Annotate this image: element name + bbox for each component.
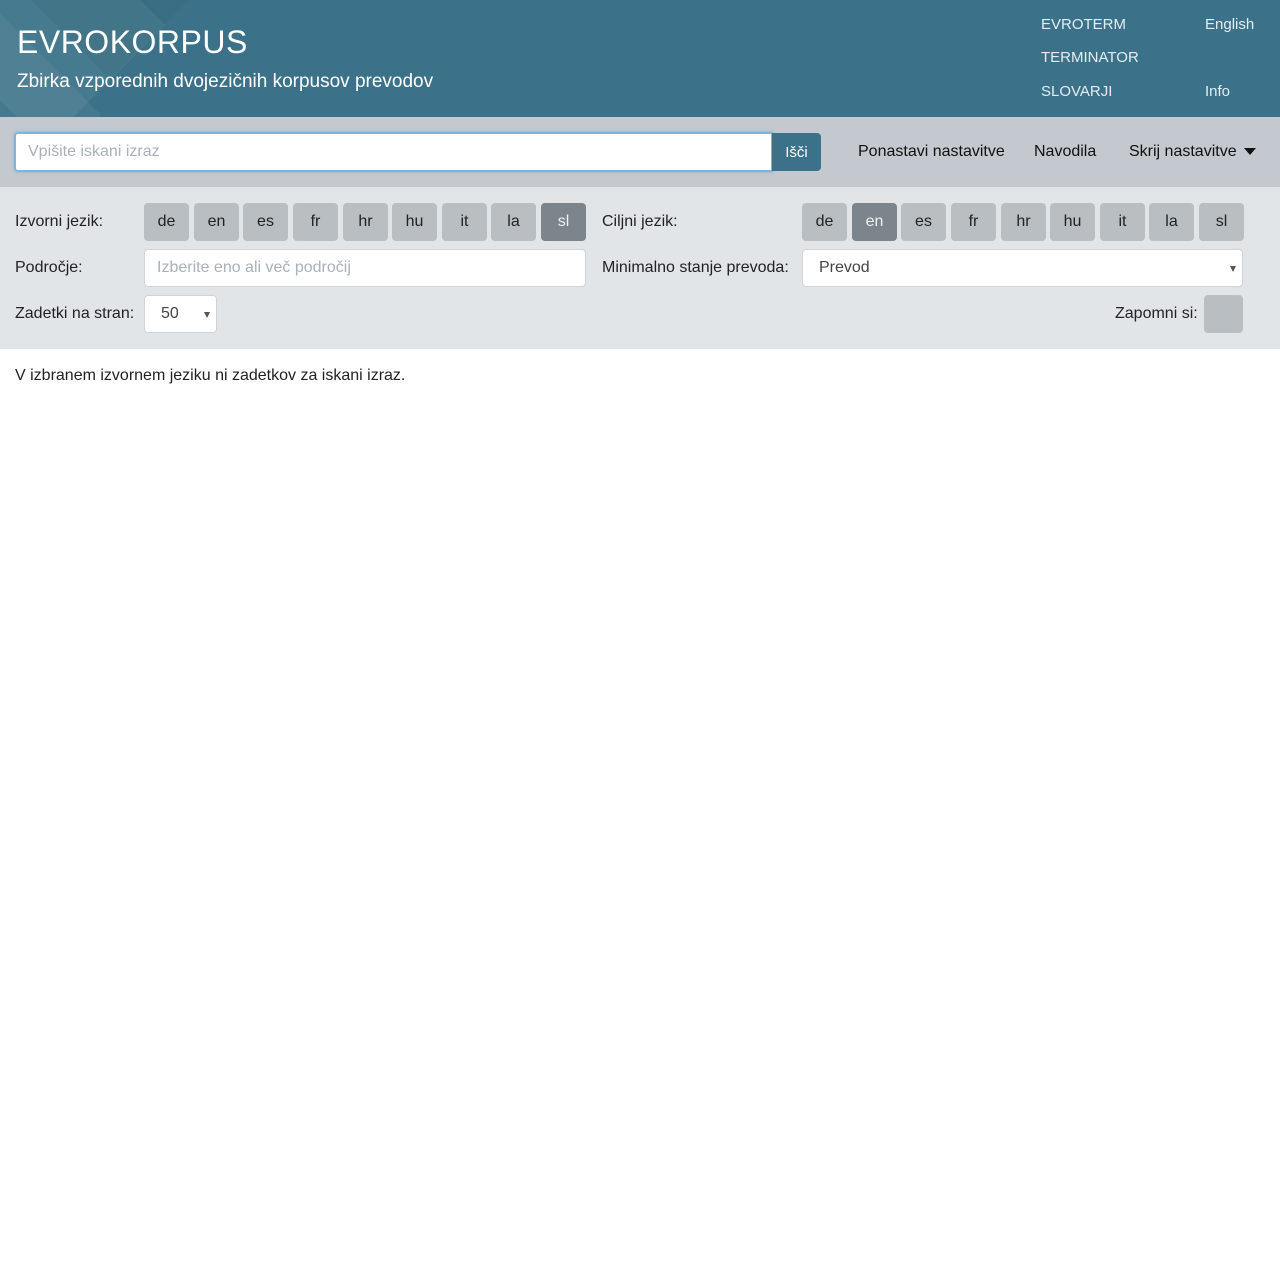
target-lang-sl-button[interactable]: sl [1199,203,1244,241]
nav-link-evroterm[interactable]: EVROTERM [1041,16,1126,33]
source-lang-fr-button[interactable]: fr [293,203,338,241]
target-lang-hu-button[interactable]: hu [1050,203,1095,241]
caret-down-icon [1243,148,1256,156]
source-lang-la-button[interactable]: la [491,203,536,241]
site-title[interactable]: EVROKORPUS [17,24,248,61]
settings-panel: Izvorni jezik: de en es fr hr hu it la sl Ciljni… [0,187,1280,349]
site-header: EVROKORPUS Zbirka vzporednih dvojezičnih… [0,0,1280,117]
language-switch-link[interactable]: English [1205,16,1254,33]
search-input[interactable] [14,132,773,172]
site-subtitle: Zbirka vzporednih dvojezičnih korpusov p… [17,71,434,92]
remember-label: Zapomni si: [1115,305,1198,322]
source-lang-en-button[interactable]: en [194,203,239,241]
source-lang-sl-button[interactable]: sl [541,203,586,241]
remember-toggle[interactable] [1204,295,1243,333]
target-lang-hr-button[interactable]: hr [1001,203,1046,241]
target-lang-en-button[interactable]: en [852,203,897,241]
chevron-down-icon [1230,266,1236,272]
target-lang-es-button[interactable]: es [901,203,946,241]
nav-link-terminator[interactable]: TERMINATOR [1041,49,1139,66]
source-lang-it-button[interactable]: it [442,203,487,241]
toggle-settings-link[interactable]: Skrij nastavitve [1129,143,1256,161]
target-lang-la-button[interactable]: la [1149,203,1194,241]
per-page-label: Zadetki na stran: [15,305,135,322]
source-lang-hr-button[interactable]: hr [343,203,388,241]
domain-select[interactable]: Izberite eno ali več področij [144,249,586,287]
search-button[interactable]: Išči [772,133,821,171]
target-lang-de-button[interactable]: de [802,203,847,241]
no-results-message: V izbranem izvornem jeziku ni zadetkov z… [15,367,406,384]
source-lang-hu-button[interactable]: hu [392,203,437,241]
target-lang-it-button[interactable]: it [1100,203,1145,241]
source-lang-de-button[interactable]: de [144,203,189,241]
source-language-label: Izvorni jezik: [15,213,104,230]
info-link[interactable]: Info [1205,83,1230,100]
target-language-label: Ciljni jezik: [602,213,678,230]
nav-link-slovarji[interactable]: SLOVARJI [1041,83,1112,100]
reset-settings-link[interactable]: Ponastavi nastavitve [858,143,1005,161]
help-link[interactable]: Navodila [1034,143,1096,161]
min-state-label: Minimalno stanje prevoda: [602,259,789,276]
toggle-settings-label: Skrij nastavitve [1129,143,1237,160]
per-page-select[interactable]: 50 [144,295,217,333]
min-state-value: Prevod [819,259,870,276]
per-page-value: 50 [161,305,179,322]
domain-label: Področje: [15,259,83,276]
source-lang-es-button[interactable]: es [243,203,288,241]
target-lang-fr-button[interactable]: fr [951,203,996,241]
chevron-down-icon [204,312,210,318]
min-state-select[interactable]: Prevod [802,249,1243,287]
